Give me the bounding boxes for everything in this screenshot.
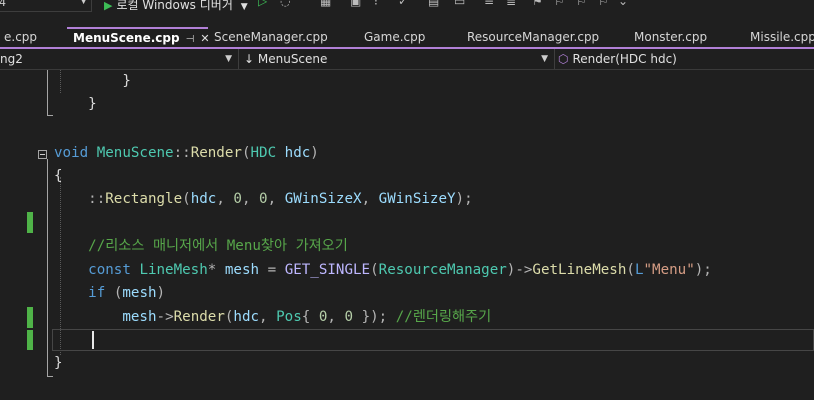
code-line: if (mesh) <box>54 282 165 305</box>
code-line: } <box>54 93 97 116</box>
tab-monster-cpp[interactable]: Monster.cpp <box>628 27 745 48</box>
play-icon: ▶ <box>104 0 113 12</box>
code-line: { <box>54 165 63 188</box>
code-line: void MenuScene::Render(HDC hdc) <box>54 142 319 165</box>
code-text: if (mesh) <box>88 285 166 301</box>
toolbar-icon[interactable]: ⁝ <box>374 0 378 8</box>
tab-label: Missile.cpp <box>750 30 814 44</box>
code-text: mesh->Render(hdc, Pos{ 0, 0 }); //렌더링해주기 <box>122 309 492 325</box>
change-marker <box>27 307 33 328</box>
tab-label: Monster.cpp <box>634 30 708 44</box>
code-text: } <box>54 73 131 89</box>
method-icon: ⬡ <box>558 52 569 66</box>
code-text: } <box>54 96 97 112</box>
member-dropdown[interactable]: ⬡ Render(HDC hdc) <box>558 49 814 69</box>
code-text: { <box>54 168 63 184</box>
toolbar-icon[interactable]: ▣ <box>350 0 361 8</box>
text-caret <box>92 331 94 349</box>
bookmark-icon[interactable]: ⚐ <box>554 0 565 8</box>
toolbar-icon[interactable]: ▦ <box>320 0 331 8</box>
run-label: 로컬 Windows 디버거 <box>116 0 233 12</box>
tab-e-cpp[interactable]: e.cpp <box>0 27 68 48</box>
code-line: } <box>54 352 63 375</box>
chevron-down-icon: ▼ <box>240 2 248 12</box>
chevron-down-icon: ▼ <box>80 0 87 6</box>
chevron-down-icon: ▼ <box>225 54 232 64</box>
code-line: const LineMesh* mesh = GET_SINGLE(Resour… <box>54 259 712 282</box>
code-line: } <box>54 70 131 93</box>
tab-scenemanager-cpp[interactable]: SceneManager.cpp <box>208 27 358 48</box>
attach-icon[interactable]: ◌ <box>280 0 290 8</box>
code-line: //리소스 매니저에서 Menu찾아 가져오기 <box>54 235 348 258</box>
divider <box>238 49 239 69</box>
toolbar-icon[interactable]: ▤ <box>428 0 439 8</box>
code-line: mesh->Render(hdc, Pos{ 0, 0 }); //렌더링해주기 <box>54 306 491 329</box>
pin-icon[interactable]: ⊣ <box>186 34 195 45</box>
tab-label: Game.cpp <box>364 30 426 44</box>
scope-value: ↓ MenuScene <box>244 52 328 66</box>
scope-dropdown[interactable]: ↓ MenuScene ▼ <box>244 49 554 69</box>
code-text: //리소스 매니저에서 Menu찾아 가져오기 <box>54 238 348 254</box>
toolbar-icon[interactable]: ▭ <box>454 0 465 8</box>
start-without-debugging-icon[interactable]: ▷ <box>258 0 267 8</box>
tab-label: SceneManager.cpp <box>214 30 328 44</box>
change-marker <box>27 212 33 233</box>
code-text: ::Rectangle(hdc, 0, 0, GWinSizeX, GWinSi… <box>88 191 473 207</box>
code-text: void MenuScene::Render(HDC hdc) <box>54 145 319 161</box>
configuration-value: 4 <box>0 0 6 9</box>
tab-game-cpp[interactable]: Game.cpp <box>358 27 461 48</box>
bookmark-icon[interactable]: ⚑ <box>532 0 543 8</box>
outline-line <box>47 159 48 377</box>
tab-label: e.cpp <box>4 30 38 44</box>
start-debugging-button[interactable]: ▶ 로컬 Windows 디버거 ▼ <box>104 0 248 13</box>
member-value: Render(HDC hdc) <box>572 52 677 66</box>
collapse-icon[interactable] <box>38 150 47 159</box>
outline-line <box>47 115 53 116</box>
divider <box>554 49 555 69</box>
toolbar: 4 ▼ ▶ 로컬 Windows 디버거 ▼ ▷ ◌ ▦ ▣ ⁝ ✓ ▤ ▭ ≡ … <box>0 0 814 14</box>
bookmark-icon[interactable]: ⚐ <box>598 0 609 8</box>
project-dropdown[interactable]: ng2 ▼ <box>0 49 238 69</box>
tab-menuscene-cpp[interactable]: MenuScene.cpp ⊣ ✕ <box>67 27 210 48</box>
outline-line <box>47 376 53 377</box>
configuration-dropdown[interactable]: 4 ▼ <box>0 0 92 12</box>
document-tabs: e.cpp MenuScene.cpp ⊣ ✕ SceneManager.cpp G… <box>0 27 814 48</box>
current-line-highlight <box>52 329 814 351</box>
tab-label: MenuScene.cpp <box>73 31 180 45</box>
change-marker <box>27 330 33 350</box>
chevron-down-icon[interactable]: ⌄ <box>618 0 628 8</box>
toolbar-icon[interactable]: ✓ <box>398 0 408 8</box>
code-line: ::Rectangle(hdc, 0, 0, GWinSizeX, GWinSi… <box>54 188 473 211</box>
tab-missile-cpp[interactable]: Missile.cpp <box>744 27 814 48</box>
tab-label: ResourceManager.cpp <box>467 30 600 44</box>
chevron-down-icon: ▼ <box>541 54 548 64</box>
code-editor[interactable]: } } void MenuScene::Render(HDC hdc) { ::… <box>0 70 814 400</box>
outline-line <box>47 70 48 116</box>
uncomment-icon[interactable]: ≣ <box>506 0 516 8</box>
navigation-bar: ng2 ▼ ↓ MenuScene ▼ ⬡ Render(HDC hdc) <box>0 49 814 70</box>
project-value: ng2 <box>0 52 23 66</box>
comment-icon[interactable]: ≡ <box>484 0 494 8</box>
code-text: } <box>54 355 63 371</box>
code-text: const LineMesh* mesh = GET_SINGLE(Resour… <box>88 262 712 278</box>
tab-resourcemanager-cpp[interactable]: ResourceManager.cpp <box>461 27 629 48</box>
bookmark-icon[interactable]: ⚐ <box>576 0 587 8</box>
